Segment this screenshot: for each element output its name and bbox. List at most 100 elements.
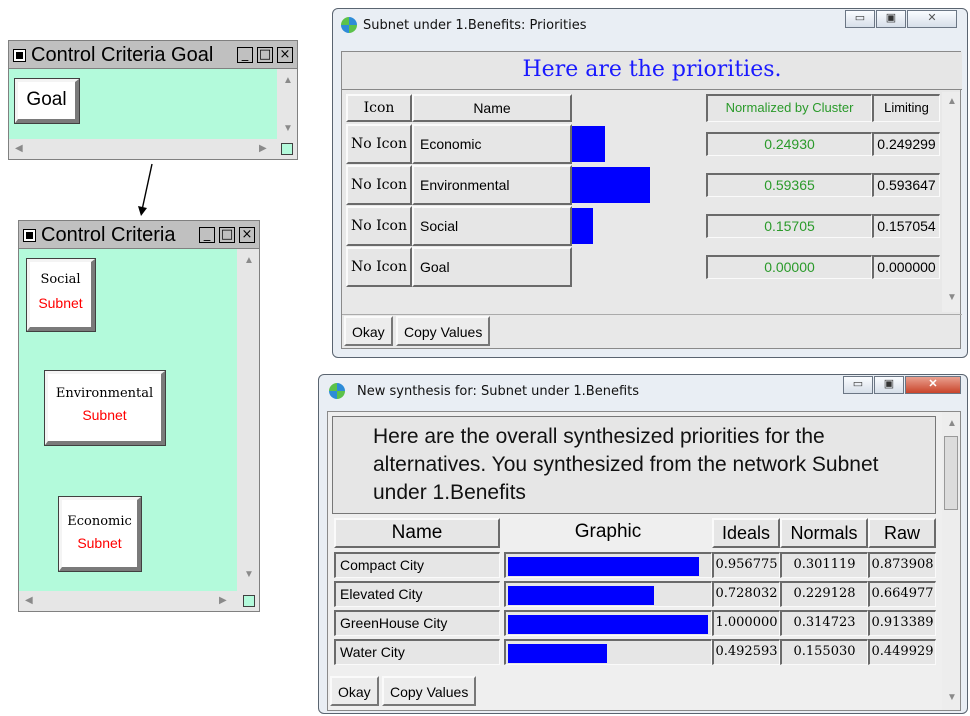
row-ideals-cell: 1.000000 — [712, 610, 780, 636]
system-menu-icon[interactable] — [23, 229, 36, 242]
node-subnet-label: Subnet — [82, 407, 127, 423]
row-icon-cell: No Icon — [346, 206, 412, 246]
maximize-button[interactable]: □ — [219, 227, 235, 243]
copy-values-button[interactable]: Copy Values — [382, 676, 477, 706]
col-ideals-header: Ideals — [712, 518, 780, 548]
row-name-cell[interactable]: Compact City — [334, 552, 500, 578]
col-normals-header: Normals — [780, 518, 868, 548]
synthesis-heading-text: Here are the overall synthesized priorit… — [373, 425, 879, 504]
control-criteria-window: Control Criteria _ □ × Social Subnet Env… — [18, 220, 260, 612]
priorities-client: Here are the priorities. Icon Name Norma… — [341, 51, 962, 349]
minimize-button[interactable]: _ — [199, 227, 215, 243]
minimize-button[interactable]: ▭ — [843, 376, 873, 394]
synthesis-scrollbar[interactable]: ▲ ▼ — [942, 412, 960, 710]
row-icon-cell: No Icon — [346, 165, 412, 205]
col-name-header: Name — [334, 518, 500, 548]
col-name-header: Name — [412, 94, 572, 122]
connector-arrow — [138, 163, 153, 216]
economic-node[interactable]: Economic Subnet — [58, 496, 142, 572]
copy-values-button[interactable]: Copy Values — [396, 316, 491, 346]
col-icon-header: Icon — [346, 94, 412, 122]
goal-canvas: Goal — [9, 69, 277, 139]
priorities-titlebar: Subnet under 1.Benefits: Priorities ▭ ▣ … — [333, 9, 967, 41]
okay-button[interactable]: Okay — [344, 316, 393, 346]
row-raw-cell: 0.873908 — [868, 552, 936, 578]
goal-window: Control Criteria Goal _ □ × Goal ▲ ▼ ◀ ▶ — [8, 40, 298, 160]
row-name-cell[interactable]: Social — [412, 206, 572, 246]
synthesis-window-title: New synthesis for: Subnet under 1.Benefi… — [357, 384, 640, 399]
synthesis-bar — [508, 644, 607, 663]
control-criteria-canvas: Social Subnet Environmental Subnet Econo… — [19, 249, 237, 591]
row-normals-cell: 0.155030 — [780, 639, 868, 665]
node-name: Economic — [67, 514, 132, 529]
scroll-thumb[interactable] — [944, 436, 958, 510]
maximize-button[interactable]: ▣ — [876, 10, 906, 28]
synthesis-heading: Here are the overall synthesized priorit… — [332, 416, 936, 514]
row-normals-cell: 0.314723 — [780, 610, 868, 636]
minimize-button[interactable]: ▭ — [845, 10, 875, 28]
cc-horizontal-scrollbar[interactable]: ◀ ▶ — [19, 591, 237, 611]
environmental-node[interactable]: Environmental Subnet — [44, 370, 166, 446]
row-name-cell[interactable]: Elevated City — [334, 581, 500, 607]
synthesis-client: Here are the overall synthesized priorit… — [327, 411, 961, 711]
maximize-button[interactable]: ▣ — [874, 376, 904, 394]
row-normalized-cell: 0.00000 — [706, 255, 872, 279]
scroll-down-icon[interactable]: ▼ — [283, 123, 293, 134]
scroll-left-icon[interactable]: ◀ — [15, 143, 23, 154]
scroll-up-icon[interactable]: ▲ — [947, 418, 957, 429]
col-graphic-header: Graphic — [574, 521, 642, 542]
col-normalized-header: Normalized by Cluster — [706, 94, 872, 122]
scroll-down-icon[interactable]: ▼ — [947, 292, 957, 303]
row-icon-cell: No Icon — [346, 124, 412, 164]
node-subnet-label: Subnet — [77, 535, 122, 551]
goal-window-titlebar: Control Criteria Goal _ □ × — [9, 41, 297, 69]
row-name-cell[interactable]: GreenHouse City — [334, 610, 500, 636]
social-node[interactable]: Social Subnet — [26, 258, 96, 332]
app-icon — [341, 17, 357, 33]
app-icon — [329, 383, 345, 399]
control-criteria-title: Control Criteria — [41, 224, 176, 246]
priority-bar — [572, 126, 605, 162]
row-normalized-cell: 0.59365 — [706, 173, 872, 197]
okay-button[interactable]: Okay — [330, 676, 379, 706]
resize-grip[interactable] — [243, 595, 255, 607]
row-limiting-cell: 0.593647 — [872, 173, 940, 197]
system-menu-icon[interactable] — [13, 49, 26, 62]
row-ideals-cell: 0.728032 — [712, 581, 780, 607]
goal-node[interactable]: Goal — [14, 78, 80, 124]
scroll-left-icon[interactable]: ◀ — [25, 595, 33, 606]
maximize-button[interactable]: □ — [257, 47, 273, 63]
scroll-up-icon[interactable]: ▲ — [283, 75, 293, 86]
priorities-scrollbar[interactable]: ▲ ▼ — [942, 92, 960, 312]
resize-grip[interactable] — [281, 143, 293, 155]
close-button[interactable]: ✕ — [907, 10, 957, 28]
synthesis-window: New synthesis for: Subnet under 1.Benefi… — [318, 374, 968, 714]
node-name: Environmental — [55, 386, 154, 401]
goal-node-label: Goal — [26, 89, 67, 110]
row-normalized-cell: 0.15705 — [706, 214, 872, 238]
row-name-cell[interactable]: Economic — [412, 124, 572, 164]
scroll-right-icon[interactable]: ▶ — [259, 143, 267, 154]
row-raw-cell: 0.664977 — [868, 581, 936, 607]
close-button[interactable]: ✕ — [905, 376, 961, 394]
node-name: Social — [40, 272, 81, 287]
close-button[interactable]: × — [277, 47, 293, 63]
minimize-button[interactable]: _ — [237, 47, 253, 63]
row-icon-cell: No Icon — [346, 247, 412, 287]
row-name-cell[interactable]: Environmental — [412, 165, 572, 205]
goal-horizontal-scrollbar[interactable]: ◀ ▶ — [9, 139, 277, 159]
goal-vertical-scrollbar[interactable]: ▲ ▼ — [277, 69, 297, 139]
row-name-cell[interactable]: Goal — [412, 247, 572, 287]
scroll-down-icon[interactable]: ▼ — [947, 692, 957, 703]
scroll-up-icon[interactable]: ▲ — [947, 96, 957, 107]
scroll-down-icon[interactable]: ▼ — [244, 569, 254, 580]
row-limiting-cell: 0.249299 — [872, 132, 940, 156]
scroll-up-icon[interactable]: ▲ — [244, 255, 254, 266]
control-criteria-titlebar: Control Criteria _ □ × — [19, 221, 259, 249]
cc-vertical-scrollbar[interactable]: ▲ ▼ — [237, 249, 259, 591]
row-raw-cell: 0.913389 — [868, 610, 936, 636]
priorities-window: Subnet under 1.Benefits: Priorities ▭ ▣ … — [332, 8, 968, 358]
close-button[interactable]: × — [239, 227, 255, 243]
row-name-cell[interactable]: Water City — [334, 639, 500, 665]
scroll-right-icon[interactable]: ▶ — [219, 595, 227, 606]
